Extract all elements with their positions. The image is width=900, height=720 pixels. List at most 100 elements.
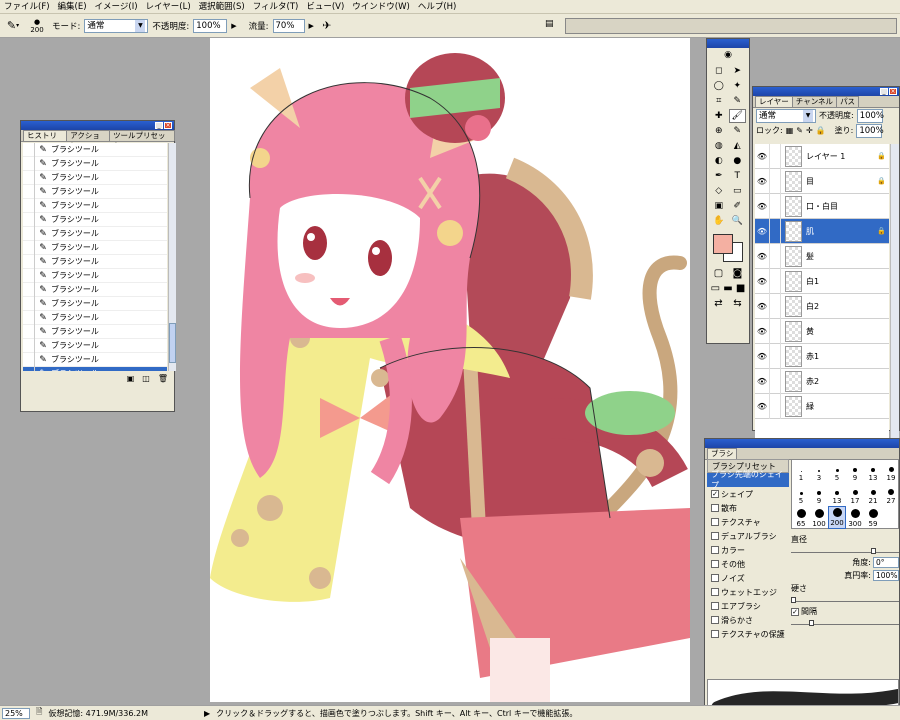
layer-row[interactable]: 👁 白2 (755, 293, 889, 319)
eye-icon[interactable]: 👁 (755, 402, 769, 411)
tool-button-10[interactable]: ◍ (710, 139, 728, 153)
menu-item[interactable]: ウインドウ(W) (348, 0, 414, 14)
opacity-input[interactable]: 100% (193, 18, 228, 33)
palette-well-icon[interactable]: ▤ (545, 19, 554, 29)
tab-layers-0[interactable]: レイヤー (755, 96, 793, 107)
brush-tip-cell[interactable]: 19 (882, 460, 900, 483)
history-row[interactable]: ✎ ブラシツール (23, 282, 167, 297)
brush-option-checkbox[interactable] (711, 630, 719, 638)
brush-tip-cell[interactable]: 300 (846, 506, 864, 529)
lock-move-icon[interactable]: ✛ (806, 126, 813, 135)
slider-knob[interactable] (871, 548, 876, 554)
brush-option-checkbox[interactable] (711, 602, 719, 610)
layers-titlebar[interactable]: _ × (753, 87, 899, 96)
history-source-checkbox[interactable] (23, 184, 35, 199)
snapshot-icon[interactable]: ◫ (142, 374, 150, 383)
brush-tip-cell[interactable]: 200 (828, 506, 846, 529)
history-row[interactable]: ✎ ブラシツール (23, 324, 167, 339)
menu-item[interactable]: ヘルプ(H) (414, 0, 461, 14)
diameter-slider[interactable] (791, 547, 899, 554)
history-row[interactable]: ✎ ブラシツール (23, 338, 167, 353)
layer-link-toggle[interactable] (769, 144, 781, 169)
layer-row[interactable]: 👁 口・白目 (755, 193, 889, 219)
history-row[interactable]: ✎ ブラシツール (23, 143, 167, 157)
history-scrollbar[interactable] (168, 143, 176, 371)
layer-row[interactable]: 👁 肌 🔒 (755, 218, 889, 244)
layer-link-toggle[interactable] (769, 243, 781, 269)
tab-history-2[interactable]: ツールプリセット (109, 130, 175, 150)
history-row[interactable]: ✎ ブラシツール (23, 170, 167, 185)
layer-row[interactable]: 👁 黄 (755, 318, 889, 344)
brush-option[interactable]: ノイズ (707, 571, 789, 585)
history-source-checkbox[interactable] (23, 310, 35, 325)
layer-link-toggle[interactable] (769, 268, 781, 294)
history-source-checkbox[interactable] (23, 324, 35, 339)
history-source-checkbox[interactable] (23, 226, 35, 241)
layer-link-toggle[interactable] (769, 393, 781, 419)
brush-option[interactable]: その他 (707, 557, 789, 571)
history-row[interactable]: ✎ ブラシツール (23, 268, 167, 283)
brush-option-checkbox[interactable] (711, 504, 719, 512)
fill-input[interactable]: 100% (856, 123, 884, 138)
brush-tip-cell[interactable]: 13 (828, 483, 846, 506)
history-source-checkbox[interactable] (23, 156, 35, 171)
history-source-checkbox[interactable] (23, 268, 35, 283)
history-source-checkbox[interactable] (23, 170, 35, 185)
history-row[interactable]: ✎ ブラシツール (23, 240, 167, 255)
history-source-checkbox[interactable] (23, 296, 35, 311)
eye-icon[interactable]: 👁 (755, 302, 769, 311)
brush-option[interactable]: 散布 (707, 501, 789, 515)
brush-tip-cell[interactable]: 65 (792, 506, 810, 529)
spacing-checkbox[interactable]: ✓ (791, 607, 799, 616)
history-source-checkbox[interactable] (23, 254, 35, 269)
close-icon[interactable]: × (889, 88, 897, 95)
lock-paint-icon[interactable]: ✎ (796, 126, 803, 135)
tab-layers-2[interactable]: パス (836, 96, 860, 107)
history-row[interactable]: ✎ ブラシツール (23, 156, 167, 171)
layer-link-toggle[interactable] (769, 193, 781, 219)
brush-tip-cell[interactable]: 5 (828, 460, 846, 483)
brush-tip-cell[interactable]: 9 (810, 483, 828, 506)
standard-mode-icon[interactable]: ▢ (714, 268, 723, 279)
layer-row[interactable]: 👁 赤1 (755, 343, 889, 369)
brush-tool-preset-button[interactable]: ✎ ▾ (4, 17, 22, 35)
close-icon[interactable]: × (164, 122, 172, 129)
tool-button-4[interactable]: ⌗ (710, 94, 728, 108)
tool-button-11[interactable]: ◭ (729, 139, 747, 153)
tool-button-7[interactable]: 🖌 (728, 109, 746, 123)
tool-button-9[interactable]: ✎ (729, 124, 747, 138)
history-row[interactable]: ✎ ブラシツール (23, 296, 167, 311)
history-source-checkbox[interactable] (23, 338, 35, 353)
history-row[interactable]: ✎ ブラシツール (23, 184, 167, 199)
blend-mode-select[interactable]: 通常 ▼ (756, 108, 816, 123)
eye-icon[interactable]: 👁 (755, 327, 769, 336)
menu-item[interactable]: フィルタ(T) (249, 0, 303, 14)
eye-icon[interactable]: 👁 (755, 252, 769, 261)
tool-button-20[interactable]: ✋ (710, 214, 728, 228)
arrow-right-icon[interactable]: ▶ (204, 709, 210, 718)
history-source-checkbox[interactable] (23, 366, 35, 371)
brush-option-checkbox[interactable] (711, 574, 719, 582)
layer-link-toggle[interactable] (769, 168, 781, 194)
history-row[interactable]: ✎ ブラシツール (23, 226, 167, 241)
menu-item[interactable]: ビュー(V) (302, 0, 348, 14)
arrow-right-icon[interactable]: ▶ (309, 22, 314, 30)
tool-button-18[interactable]: ▣ (710, 199, 728, 213)
layer-link-toggle[interactable] (769, 343, 781, 369)
layer-row[interactable]: 👁 髪 (755, 243, 889, 269)
imageready-icon[interactable]: ⇄ (714, 298, 722, 309)
roundness-input[interactable]: 100% (873, 570, 899, 581)
fullscreen-icon[interactable]: ▬ (723, 283, 732, 294)
brush-tip-cell[interactable]: 100 (810, 506, 828, 529)
brush-option[interactable]: デュアルブラシ (707, 529, 789, 543)
brush-option[interactable]: テクスチャの保護 (707, 627, 789, 641)
brush-tip-cell[interactable]: 17 (846, 483, 864, 506)
tool-button-2[interactable]: ◯ (710, 79, 728, 93)
tool-button-21[interactable]: 🔍 (729, 214, 747, 228)
layer-row[interactable]: 👁 白1 (755, 268, 889, 294)
brush-option[interactable]: テクスチャ (707, 515, 789, 529)
document-canvas[interactable] (210, 38, 690, 702)
mode-select[interactable]: 通常 ▼ (84, 18, 149, 33)
minimize-icon[interactable]: _ (880, 88, 888, 95)
history-titlebar[interactable]: _ × (21, 121, 174, 130)
